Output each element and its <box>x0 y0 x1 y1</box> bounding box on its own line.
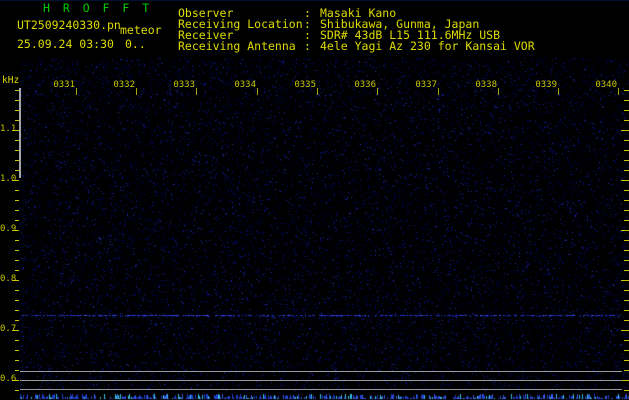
y-axis-tick-right <box>624 140 629 141</box>
y-axis-tick-left <box>12 280 19 281</box>
y-axis-tick-left <box>12 230 19 231</box>
x-axis-tick <box>257 88 258 95</box>
x-axis-label: 0339 <box>535 80 557 90</box>
y-axis-tick-left <box>15 290 19 291</box>
y-axis-tick-right <box>624 210 629 211</box>
y-axis-tick-right <box>624 340 629 341</box>
y-axis-tick-right <box>624 250 629 251</box>
y-axis-tick-left <box>12 380 19 381</box>
x-axis-label: 0338 <box>475 80 497 90</box>
spectrogram-noise-canvas <box>0 0 629 400</box>
y-axis-tick-left <box>15 310 19 311</box>
y-axis-tick-left <box>15 320 19 321</box>
x-axis-tick <box>438 88 439 95</box>
y-axis-tick-left <box>15 360 19 361</box>
y-axis-tick-right <box>621 330 629 331</box>
y-axis-tick-right <box>624 220 629 221</box>
y-axis-unit: kHz <box>2 75 20 86</box>
y-axis-tick-right <box>624 320 629 321</box>
x-axis-label: 0331 <box>53 80 75 90</box>
y-axis-line <box>19 88 21 178</box>
y-axis-tick-right <box>624 360 629 361</box>
field-colon: : <box>304 39 311 53</box>
reference-line <box>20 371 622 372</box>
y-axis-tick-left <box>15 390 19 391</box>
field-value: 4ele Yagi Az 230 for Kansai VOR <box>320 39 535 53</box>
y-axis-tick-left <box>15 340 19 341</box>
x-axis-tick <box>498 88 499 95</box>
x-axis-label: 0334 <box>234 80 256 90</box>
reference-line <box>20 380 622 381</box>
x-axis-tick <box>196 88 197 95</box>
y-axis-tick-left <box>15 300 19 301</box>
y-axis-tick-right <box>624 110 629 111</box>
y-axis-tick-left <box>12 330 19 331</box>
y-axis-tick-left <box>15 210 19 211</box>
y-axis-tick-right <box>624 170 629 171</box>
y-axis-tick-right <box>624 350 629 351</box>
y-axis-tick-right <box>624 100 629 101</box>
y-axis-tick-right <box>624 270 629 271</box>
y-axis-tick-left <box>15 370 19 371</box>
x-axis-label: 0337 <box>415 80 437 90</box>
x-axis-tick <box>558 88 559 95</box>
x-axis-label: 0336 <box>354 80 376 90</box>
y-axis-tick-left <box>15 240 19 241</box>
y-axis-tick-left <box>12 180 19 181</box>
y-axis-tick-right <box>624 300 629 301</box>
x-axis-tick <box>76 88 77 95</box>
y-axis-tick-right <box>621 180 629 181</box>
field-label: Receiving Antenna <box>178 39 296 53</box>
x-axis-tick <box>618 88 619 95</box>
x-axis-label: 0333 <box>173 80 195 90</box>
y-axis-tick-left <box>15 350 19 351</box>
y-axis-tick-right <box>624 310 629 311</box>
y-axis-tick-right <box>621 130 629 131</box>
y-axis-tick-right <box>621 380 629 381</box>
y-axis-tick-right <box>624 120 629 121</box>
header-field-row-antenna: Receiving Antenna : 4ele Yagi Az 230 for… <box>0 39 629 53</box>
y-axis-tick-right <box>624 240 629 241</box>
y-axis-tick-left <box>15 260 19 261</box>
x-axis-label: 0340 <box>595 80 617 90</box>
y-axis-tick-right <box>624 200 629 201</box>
y-axis-tick-right <box>624 150 629 151</box>
reference-line <box>20 389 622 390</box>
y-axis-tick-left <box>15 270 19 271</box>
y-axis-tick-right <box>624 190 629 191</box>
y-axis-tick-left <box>15 200 19 201</box>
y-axis-tick-left <box>15 250 19 251</box>
y-axis-tick-right <box>624 160 629 161</box>
y-axis-tick-left <box>12 130 19 131</box>
y-axis-tick-right <box>624 370 629 371</box>
x-axis-label: 0332 <box>113 80 135 90</box>
y-axis-tick-right <box>621 280 629 281</box>
y-axis-tick-left <box>15 220 19 221</box>
x-axis-label: 0335 <box>294 80 316 90</box>
x-axis-tick <box>377 88 378 95</box>
y-axis-tick-right <box>624 260 629 261</box>
x-axis-tick <box>317 88 318 95</box>
hrofft-screen: H R O F F T UT2509240330.pn meteor 25.09… <box>0 0 629 400</box>
x-axis-tick <box>136 88 137 95</box>
y-axis-tick-right <box>624 90 629 91</box>
y-axis-tick-left <box>15 190 19 191</box>
y-axis-tick-right <box>621 230 629 231</box>
y-axis-tick-right <box>624 390 629 391</box>
y-axis-tick-right <box>624 290 629 291</box>
